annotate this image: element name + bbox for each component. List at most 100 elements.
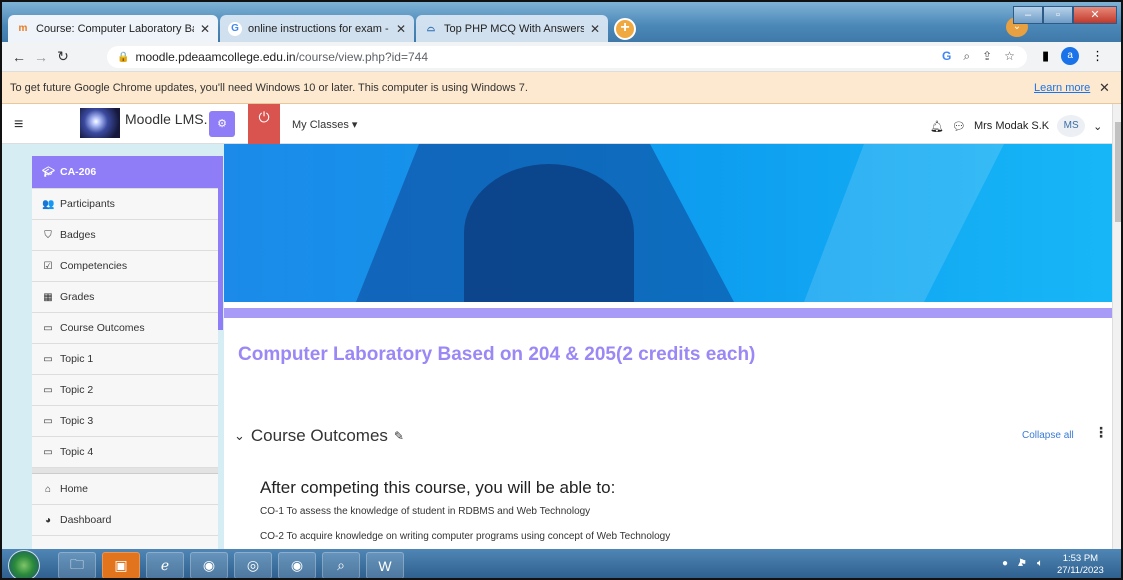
zoom-icon[interactable]: ⌕ — [963, 49, 970, 64]
check-square-icon: ☑ — [43, 260, 53, 272]
internet-explorer-icon[interactable]: ℯ — [146, 552, 184, 578]
my-classes-menu[interactable]: My Classes ▾ — [292, 118, 357, 131]
user-avatar[interactable]: MS — [1057, 115, 1086, 137]
file-explorer-icon[interactable]: 🗀︎ — [58, 552, 96, 578]
chrome-menu-icon[interactable]: ⋮ — [1091, 48, 1104, 64]
maximize-icon[interactable]: ▫ — [1043, 6, 1073, 24]
sidebar-item-topic-3[interactable]: ▭ Topic 3 — [32, 406, 218, 437]
user-menu-chevron-icon[interactable]: ⌄ — [1093, 120, 1102, 133]
sidebar-item-competencies[interactable]: ☑ Competencies — [32, 251, 218, 282]
minimize-icon[interactable]: – — [1013, 6, 1043, 24]
site-favicon-icon: ⌓ — [427, 23, 435, 34]
sidebar-item-topic-4[interactable]: ▭ Topic 4 — [32, 437, 218, 468]
url-bar[interactable]: 🔒 moodle.pdeaamcollege.edu.in/course/vie… — [107, 46, 1027, 68]
moodle-logo[interactable] — [80, 108, 120, 138]
sidebar-item-badges[interactable]: ⛉ Badges — [32, 220, 218, 251]
outcome-item: CO-2 To acquire knowledge on writing com… — [260, 531, 671, 542]
screen: m Course: Computer Laboratory Ba ✕ G onl… — [0, 0, 1123, 580]
volume-icon[interactable]: 🔈︎ — [1037, 558, 1043, 569]
chrome-icon[interactable]: ◎ — [234, 552, 272, 578]
share-icon[interactable]: ⇪ — [982, 49, 992, 64]
flag-icon[interactable]: ⚑ — [1018, 558, 1027, 569]
message-bubble-icon[interactable]: 💬︎ — [952, 120, 966, 133]
media-player-icon[interactable]: ▣ — [102, 552, 140, 578]
site-brand[interactable]: Moodle LMS. — [125, 111, 207, 127]
side-panel-icon[interactable]: ▮ — [1042, 48, 1049, 64]
magnifier-icon[interactable]: ⌕ — [322, 552, 360, 578]
forward-arrow-icon[interactable]: → — [30, 49, 52, 65]
page-scrollbar[interactable] — [1112, 104, 1121, 549]
sidebar-item-topic-1[interactable]: ▭ Topic 1 — [32, 344, 218, 375]
tab-title: online instructions for exam - Go — [248, 22, 390, 35]
settings-cog-icon[interactable]: ⚙ — [209, 111, 235, 137]
clock-time: 1:53 PM — [1062, 553, 1099, 564]
windows-taskbar: 🗀︎ ▣ ℯ ◉ ◎ ◉ ⌕ W ▴ ● ⚑ 🔈︎ 1:53 PM 27/11/… — [2, 549, 1121, 578]
sidebar-item-label: CA-206 — [60, 166, 97, 178]
sidebar-item-label: Dashboard — [60, 514, 112, 526]
outcome-item: CO-1 To assess the knowledge of student … — [260, 506, 591, 517]
tab-title: Course: Computer Laboratory Ba — [36, 22, 194, 35]
sidebar-item-topic-2[interactable]: ▭ Topic 2 — [32, 375, 218, 406]
learn-more-link[interactable]: Learn more — [1034, 82, 1090, 94]
course-banner — [224, 144, 1112, 302]
start-button-icon[interactable] — [8, 550, 40, 578]
folder-icon: ▭ — [43, 353, 53, 365]
page-title: Computer Laboratory Based on 204 & 205(2… — [238, 344, 756, 365]
bookmark-star-icon[interactable]: ☆ — [1004, 49, 1015, 64]
course-content: Computer Laboratory Based on 204 & 205(2… — [224, 144, 1112, 549]
collapse-all-link[interactable]: Collapse all — [1022, 430, 1074, 441]
pencil-icon[interactable]: ✎ — [394, 429, 404, 443]
sidebar-item-home[interactable]: ⌂ Home — [32, 474, 218, 505]
infobar-close-icon[interactable]: ✕ — [1099, 80, 1110, 96]
hamburger-menu-icon[interactable]: ≡ — [14, 116, 23, 134]
sidebar-item-label: Participants — [60, 198, 115, 210]
sidebar-item-dashboard[interactable]: ◕ Dashboard — [32, 505, 218, 536]
banner-strip — [224, 308, 1112, 318]
tray-icons: ● ⚑ 🔈︎ — [1002, 558, 1043, 569]
word-icon[interactable]: W — [366, 552, 404, 578]
back-arrow-icon[interactable]: ← — [8, 49, 30, 65]
folder-icon: ▭ — [43, 384, 53, 396]
profile-avatar[interactable]: a — [1061, 47, 1080, 65]
scrollbar-thumb[interactable] — [1115, 122, 1121, 222]
nav-drawer: 🎓︎ CA-206 👥 Participants ⛉ Badges ☑ Compete… — [32, 156, 218, 549]
sidebar-item-grades[interactable]: ▦ Grades — [32, 282, 218, 313]
google-lens-icon[interactable]: G — [942, 49, 951, 64]
folder-icon: ▭ — [43, 446, 53, 458]
section-header[interactable]: ⌄ Course Outcomes ✎ — [234, 426, 404, 446]
course-sidebar: 🎓︎ CA-206 👥 Participants ⛉ Badges ☑ Compete… — [2, 144, 224, 549]
bell-icon[interactable]: 🔔︎ — [930, 120, 944, 133]
power-icon[interactable]: ⏻ — [248, 104, 280, 144]
new-tab-button[interactable]: + — [614, 18, 636, 40]
dashboard-icon: ◕ — [44, 514, 52, 526]
network-icon[interactable]: ● — [1002, 558, 1008, 569]
tab-close-icon[interactable]: ✕ — [396, 22, 406, 36]
tab-title: Top PHP MCQ With Answers — [444, 22, 584, 35]
url-domain: moodle.pdeaamcollege.edu.in — [135, 50, 296, 64]
window-close-icon[interactable]: ✕ — [1073, 6, 1117, 24]
sidebar-item-label: Grades — [60, 291, 95, 303]
tab-close-icon[interactable]: ✕ — [200, 22, 210, 36]
infobar-message: To get future Google Chrome updates, you… — [10, 81, 528, 94]
tab-exam-instructions[interactable]: G online instructions for exam - Go ✕ — [220, 15, 414, 42]
sidebar-item-participants[interactable]: 👥 Participants — [32, 189, 218, 220]
participants-icon: 👥 — [42, 198, 55, 210]
chevron-down-icon[interactable]: ⌄ — [234, 428, 245, 444]
reload-icon[interactable]: ↻ — [52, 48, 74, 65]
sidebar-item-course[interactable]: 🎓︎ CA-206 — [32, 156, 218, 189]
sidebar-item-label: Badges — [60, 229, 96, 241]
tab-course[interactable]: m Course: Computer Laboratory Ba ✕ — [8, 15, 218, 42]
chrome-profile-icon[interactable]: ◉ — [278, 552, 316, 578]
kebab-menu-icon[interactable]: ⋮ — [1094, 424, 1108, 441]
address-toolbar: ← → ↻ 🔒 moodle.pdeaamcollege.edu.in/cour… — [2, 42, 1121, 72]
folder-icon: ▭ — [43, 322, 53, 334]
firefox-icon[interactable]: ◉ — [190, 552, 228, 578]
section-title[interactable]: Course Outcomes — [251, 426, 388, 446]
system-clock[interactable]: 1:53 PM 27/11/2023 — [1057, 553, 1104, 577]
sidebar-item-course-outcomes[interactable]: ▭ Course Outcomes — [32, 313, 218, 344]
sidebar-item-label: Home — [60, 483, 89, 495]
tab-close-icon[interactable]: ✕ — [590, 22, 600, 36]
tab-php-mcq[interactable]: ⌓ Top PHP MCQ With Answers ✕ — [416, 15, 608, 42]
user-name[interactable]: Mrs Modak S.K — [974, 120, 1049, 132]
browser-tab-strip: m Course: Computer Laboratory Ba ✕ G onl… — [2, 2, 1121, 42]
